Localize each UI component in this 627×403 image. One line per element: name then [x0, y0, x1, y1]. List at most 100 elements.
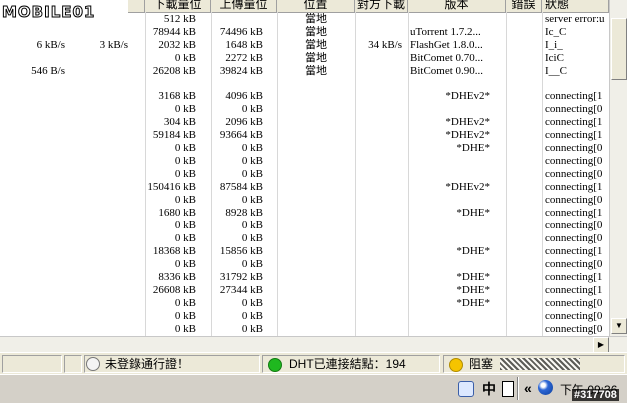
- cell-up-speed: 3 kB/s: [99, 38, 128, 51]
- table-row[interactable]: 150416 kB 87584 kB *DHEv2* connecting[1: [0, 181, 609, 194]
- table-row[interactable]: 0 kB 0 kB connecting[0: [0, 232, 609, 245]
- cell-up-speed: [65, 116, 128, 129]
- cell-status: connecting[0: [545, 167, 603, 180]
- ime-toggle-icon[interactable]: [502, 381, 514, 397]
- table-row[interactable]: 6 kB/s 3 kB/s 2032 kB 1648 kB 當地 34 kB/s Flash…: [0, 39, 609, 52]
- cell-down-speed: [0, 207, 65, 220]
- cell-version: [410, 323, 492, 336]
- cell-version: *DHEv2*: [445, 116, 490, 129]
- cell-up-total: 0 kB: [241, 296, 263, 309]
- cell-version: *DHEv2*: [445, 180, 490, 193]
- cell-down-speed: [0, 323, 65, 336]
- scroll-thumb[interactable]: [611, 18, 627, 80]
- cell-down-speed: [0, 271, 65, 284]
- table-row[interactable]: 3168 kB 4096 kB *DHEv2* connecting[1: [0, 90, 609, 103]
- col-location[interactable]: 位置: [277, 0, 355, 12]
- table-row[interactable]: 0 kB 0 kB connecting[0: [0, 219, 609, 232]
- cell-up-total: 2272 kB: [225, 51, 263, 64]
- cell-up-speed: [65, 271, 128, 284]
- col-up-total[interactable]: 上傳量位: [211, 0, 277, 12]
- cell-status: connecting[1: [545, 271, 603, 283]
- cell-version: *DHE*: [456, 296, 490, 309]
- table-row[interactable]: 59184 kB 93664 kB *DHEv2* connecting[1: [0, 129, 609, 142]
- col-version[interactable]: 版本: [408, 0, 506, 12]
- col-error[interactable]: 錯誤: [506, 0, 542, 12]
- cell-error: [506, 297, 542, 310]
- cell-status: connecting[1: [545, 180, 603, 193]
- table-row[interactable]: [0, 78, 609, 91]
- cell-down-speed: [0, 310, 65, 323]
- cell-down-total: 0 kB: [174, 219, 196, 232]
- cell-error: [506, 232, 542, 245]
- login-panel[interactable]: 未登錄通行證！: [84, 355, 260, 373]
- login-status-text: 未登錄通行證！: [105, 357, 190, 371]
- table-row[interactable]: 0 kB 0 kB connecting[0: [0, 155, 609, 168]
- table-row[interactable]: 0 kB 0 kB *DHE* connecting[0: [0, 142, 609, 155]
- cell-version: [410, 194, 492, 207]
- bitcomet-tray-icon[interactable]: [538, 380, 553, 395]
- cell-down-total: 512 kB: [163, 13, 196, 25]
- table-row[interactable]: 304 kB 2096 kB *DHEv2* connecting[1: [0, 116, 609, 129]
- cell-version: *DHE*: [456, 206, 490, 219]
- ime-indicator[interactable]: 中: [482, 379, 496, 399]
- table-row[interactable]: 0 kB 0 kB connecting[0: [0, 310, 609, 323]
- language-bar-icon[interactable]: [458, 381, 474, 397]
- table-row[interactable]: 0 kB 0 kB connecting[0: [0, 323, 609, 336]
- table-row[interactable]: 26608 kB 27344 kB *DHE* connecting[1: [0, 284, 609, 297]
- vertical-scrollbar[interactable]: ▼: [609, 0, 627, 336]
- blocked-status-yellow-icon: [449, 358, 463, 372]
- table-row[interactable]: 0 kB 0 kB *DHE* connecting[0: [0, 297, 609, 310]
- cell-error: [506, 155, 542, 168]
- cell-up-speed: [65, 207, 128, 220]
- cell-up-speed: [65, 219, 128, 232]
- cell-down-total: [145, 78, 196, 91]
- table-row[interactable]: 0 kB 0 kB connecting[0: [0, 103, 609, 116]
- table-row[interactable]: 0 kB 2272 kB 當地 BitComet 0.70... IciC: [0, 52, 609, 65]
- cell-up-total: 0 kB: [241, 167, 263, 180]
- col-status[interactable]: 狀態: [542, 0, 609, 12]
- cell-down-speed: 6 kB/s: [36, 38, 65, 51]
- cell-down-total: 26608 kB: [152, 283, 196, 296]
- scroll-right-button[interactable]: ▶: [593, 337, 609, 353]
- scroll-down-button[interactable]: ▼: [611, 318, 627, 334]
- table-row[interactable]: 78944 kB 74496 kB 當地 uTorrent 1.7.2... Ic_C: [0, 26, 609, 39]
- cell-error: [506, 65, 542, 78]
- cell-status: [545, 78, 609, 91]
- cell-version: *DHE*: [456, 283, 490, 296]
- table-row[interactable]: 8336 kB 31792 kB *DHE* connecting[1: [0, 271, 609, 284]
- col-peer-down[interactable]: 對方下載: [355, 0, 408, 12]
- col-down-total[interactable]: 下載量位: [145, 0, 211, 12]
- peer-list: 下載 下載量位 上傳量位 位置 對方下載 版本 錯誤 狀態 MOBILE01 5…: [0, 0, 609, 336]
- cell-up-speed: [65, 78, 128, 91]
- cell-peer-down: [355, 258, 402, 271]
- cell-status: connecting[0: [545, 142, 603, 154]
- table-row[interactable]: 0 kB 0 kB connecting[0: [0, 258, 609, 271]
- table-row[interactable]: 0 kB 0 kB connecting[0: [0, 194, 609, 207]
- cell-up-total: [211, 78, 263, 91]
- mobile01-logo: MOBILE01: [0, 0, 128, 22]
- cell-status: connecting[0: [545, 193, 603, 206]
- table-row[interactable]: 546 B/s 26208 kB 39824 kB 當地 BitComet 0.90..…: [0, 65, 609, 78]
- cell-down-speed: [0, 142, 65, 155]
- cell-peer-down: [355, 271, 402, 284]
- tray-expand-button[interactable]: «: [524, 380, 532, 396]
- cell-down-total: 304 kB: [163, 116, 196, 129]
- horizontal-scrollbar[interactable]: ▶: [0, 336, 627, 353]
- cell-peer-down: [355, 323, 402, 336]
- table-row[interactable]: 1680 kB 8928 kB *DHE* connecting[1: [0, 207, 609, 220]
- cell-peer-down: [355, 26, 402, 39]
- cell-version: *DHE*: [456, 245, 490, 258]
- cell-peer-down: 34 kB/s: [368, 38, 402, 51]
- cell-location: [277, 297, 355, 310]
- table-row[interactable]: 18368 kB 15856 kB *DHE* connecting[1: [0, 245, 609, 258]
- logo-text: MOBILE01: [2, 3, 95, 21]
- table-row[interactable]: 0 kB 0 kB connecting[0: [0, 168, 609, 181]
- cell-peer-down: [355, 310, 402, 323]
- cell-peer-down: [355, 232, 402, 245]
- cell-location: 當地: [305, 51, 327, 64]
- cell-down-total: 0 kB: [174, 193, 196, 206]
- cell-location: 當地: [305, 64, 327, 77]
- cell-up-speed: [65, 310, 128, 323]
- cell-peer-down: [355, 155, 402, 168]
- cell-status: connecting[0: [545, 154, 603, 167]
